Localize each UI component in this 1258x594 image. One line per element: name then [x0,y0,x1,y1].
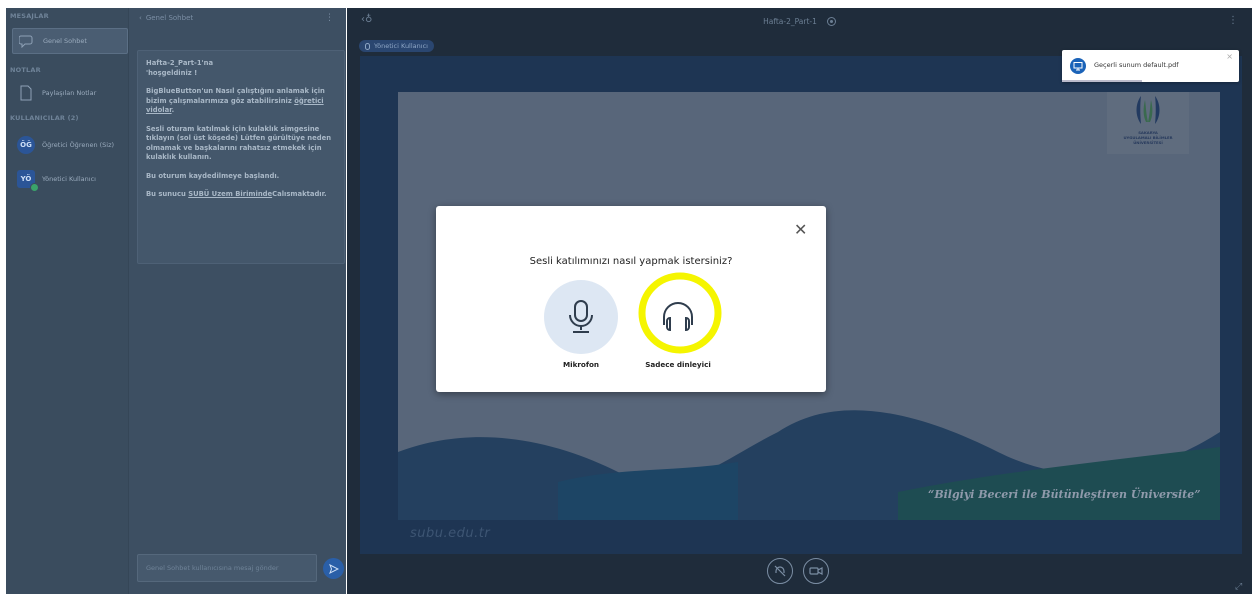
toast-progress [1062,80,1142,82]
user-item[interactable]: YÖ Yönetici Kullanıcı [12,166,128,192]
notes-section-title: NOTLAR [10,66,41,74]
microphone-option-button[interactable]: Mikrofon [541,280,621,369]
send-icon [328,563,339,574]
chat-icon [17,31,37,51]
listen-only-option-button[interactable]: Sadece dinleyici [638,280,718,369]
action-bar [767,558,847,588]
listen-only-label: Sadece dinleyici [645,360,711,369]
welcome-message: Hafta-2_Part-1'na'hoşgeldiniz ! BigBlueB… [137,50,345,264]
toast-message: Geçerli sunum default.pdf [1094,61,1179,69]
chevron-left-icon: ‹ [139,14,142,22]
users-section-title: KULLANICILAR (2) [10,114,79,122]
user-avatar: ÖĞ [17,136,35,154]
audio-modal: ✕ Sesli katılımınızı nasıl yapmak isters… [436,206,826,392]
presenter-status-dot [30,183,39,192]
video-icon [809,567,823,575]
headphone-off-icon [774,565,786,577]
shared-notes-item[interactable]: Paylaşılan Notlar [12,80,128,106]
slide-slogan: “Bilgiyi Beceri ile Bütünleştiren Üniver… [928,488,1201,501]
camera-button[interactable] [803,558,829,584]
send-message-button[interactable] [323,558,344,579]
meeting-title: Hafta-2_Part-1 [763,16,817,26]
chat-panel: ‹ Genel Sohbet ⋮ Hafta-2_Part-1'na'hoşge… [128,8,346,594]
audio-join-button[interactable] [767,558,793,584]
presenter-badge: Yönetici Kullanıcı [359,40,434,52]
top-bar: Hafta-2_Part-1 [347,8,1252,34]
modal-title: Sesli katılımınızı nasıl yapmak istersin… [529,256,733,267]
presentation-icon [1070,58,1086,74]
headphone-icon [663,302,693,332]
slide-url: subu.edu.tr [410,526,491,541]
close-icon[interactable]: ✕ [794,222,807,238]
messages-section-title: MESAJLAR [10,12,49,20]
chat-message-input[interactable]: Genel Sohbet kullanıcısına mesaj gönder [137,554,317,582]
user-avatar: YÖ [17,170,39,192]
mic-icon [365,42,370,50]
fullscreen-icon[interactable]: ⤢ [1235,582,1242,592]
chat-options-icon[interactable]: ⋮ [325,13,334,23]
user-name: Öğretici Öğrenen (Siz) [42,141,115,149]
public-chat-item[interactable]: Genel Sohbet [12,28,128,54]
close-icon[interactable]: × [1226,52,1233,61]
uzem-link[interactable]: SUBÜ Uzem Biriminde [188,190,272,198]
chat-header[interactable]: ‹ Genel Sohbet ⋮ [129,8,346,28]
user-list-panel: MESAJLAR Genel Sohbet NOTLAR Paylaşılan … [6,8,128,594]
notes-icon [16,83,36,103]
public-chat-label: Genel Sohbet [43,37,87,45]
user-name: Yönetici Kullanıcı [42,175,96,183]
options-menu-icon[interactable]: ⋮ [1228,15,1238,26]
notification-toast: Geçerli sunum default.pdf × [1062,50,1239,82]
shared-notes-label: Paylaşılan Notlar [42,89,97,97]
microphone-icon [569,300,593,333]
user-item[interactable]: ÖĞ Öğretici Öğrenen (Siz) [12,132,128,158]
recording-indicator-icon[interactable] [826,16,836,26]
chat-title: Genel Sohbet [145,14,194,22]
microphone-label: Mikrofon [562,360,600,369]
